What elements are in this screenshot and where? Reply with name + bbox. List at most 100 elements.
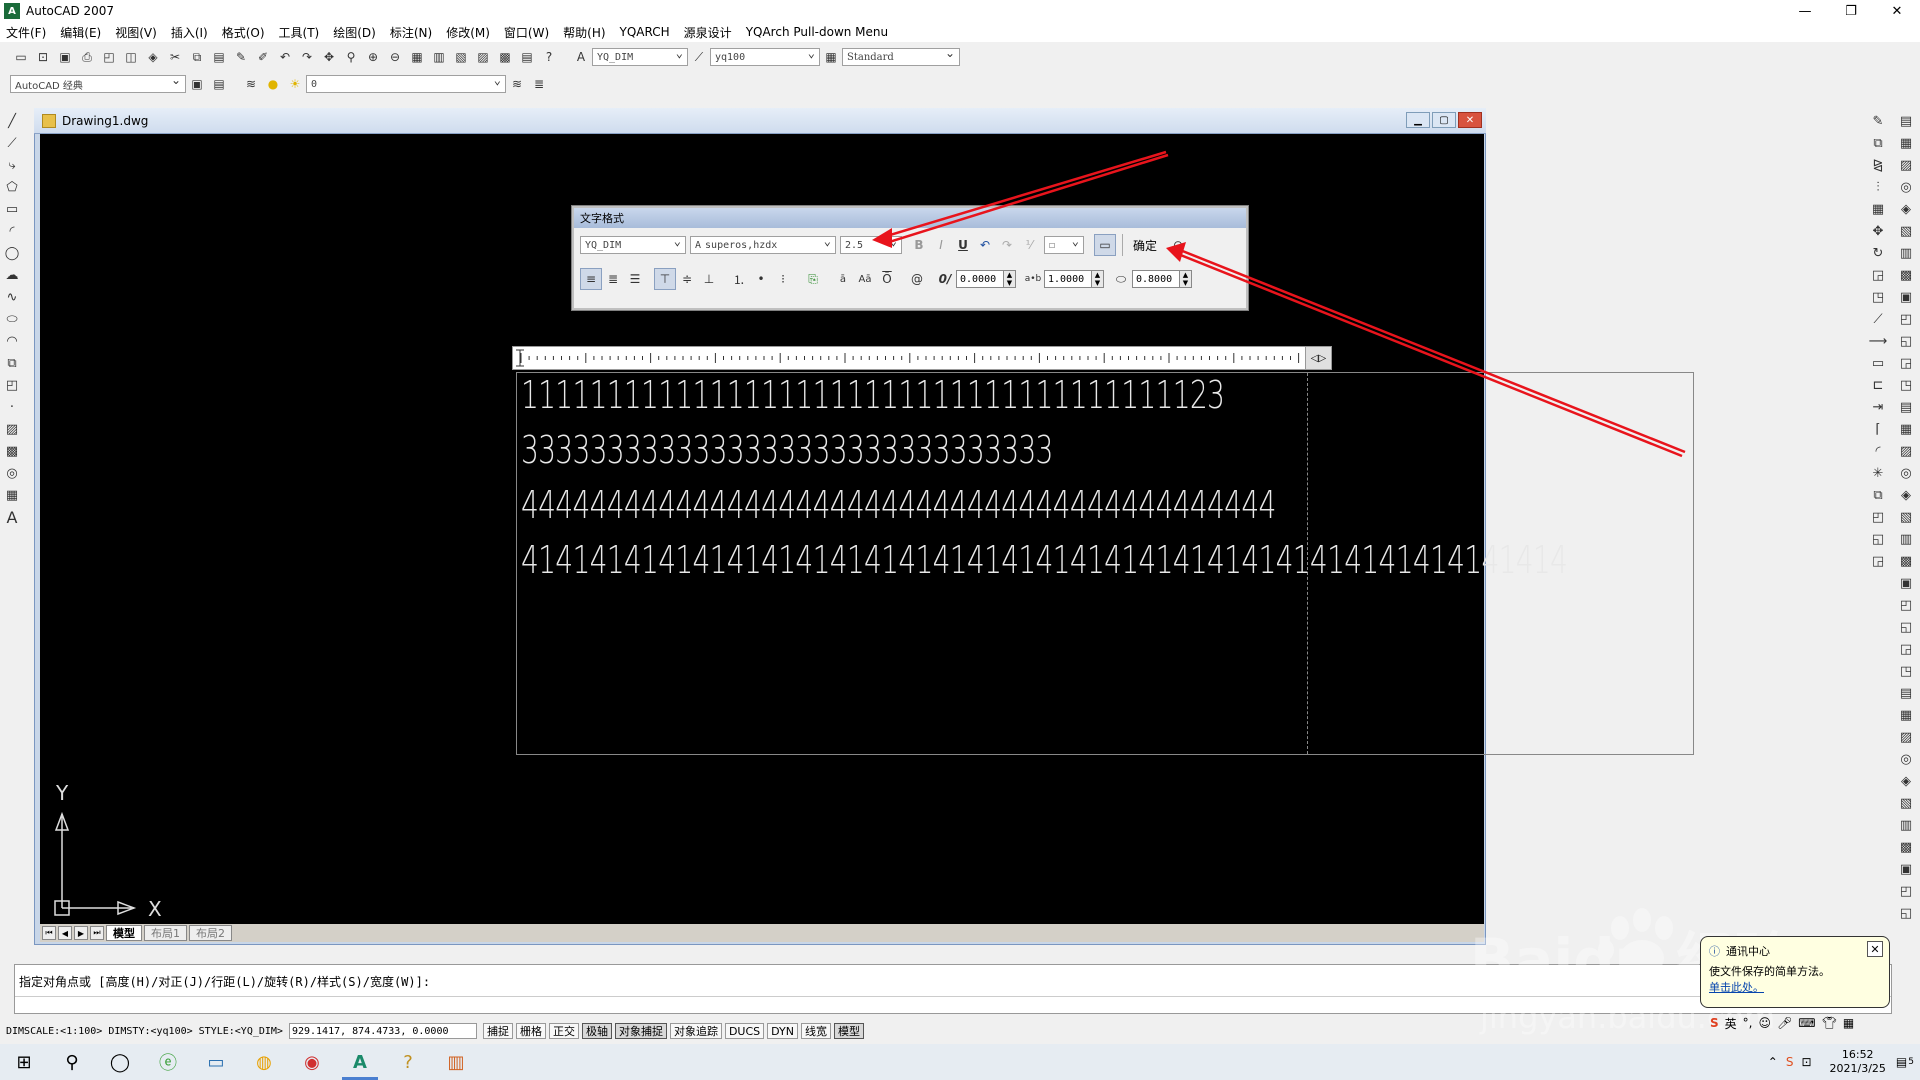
redo-icon[interactable]: ↷ — [296, 47, 318, 67]
tab-model[interactable]: 模型 — [106, 925, 142, 941]
yq-tool-13-icon[interactable]: ◳ — [1896, 374, 1916, 396]
hatch-icon[interactable]: ▨ — [2, 418, 22, 440]
publish-icon[interactable]: ◫ — [120, 47, 142, 67]
menu-format[interactable]: 格式(O) — [222, 24, 265, 41]
balloon-close-button[interactable]: ✕ — [1867, 941, 1883, 957]
valign-top-icon[interactable]: ⊤ — [654, 268, 676, 290]
yq-tool-20-icon[interactable]: ▥ — [1896, 528, 1916, 550]
layer-select[interactable]: 0 — [306, 73, 506, 93]
undo-icon[interactable]: ↶ — [274, 47, 296, 67]
polyline-icon[interactable]: ⤷ — [2, 154, 22, 176]
task-view-icon[interactable]: ◯ — [96, 1044, 144, 1080]
make-current-icon[interactable]: ≋ — [506, 74, 528, 94]
model-toggle[interactable]: 模型 — [833, 1023, 864, 1039]
underline-icon[interactable]: U — [952, 234, 974, 256]
search-icon[interactable]: ⚲ — [48, 1044, 96, 1080]
rotate-icon[interactable]: ↻ — [1868, 242, 1888, 264]
circle-icon[interactable]: ◯ — [2, 242, 22, 264]
sheet-set-icon[interactable]: ▨ — [472, 47, 494, 67]
table-icon[interactable]: ▦ — [2, 484, 22, 506]
oblique-angle-input[interactable]: 0.0000 — [956, 270, 1004, 288]
yq-tool-21-icon[interactable]: ▩ — [1896, 550, 1916, 572]
yq-tool-14-icon[interactable]: ▤ — [1896, 396, 1916, 418]
zoom-previous-icon[interactable]: ⊖ — [384, 47, 406, 67]
menu-yqarch-pulldown[interactable]: YQArch Pull-down Menu — [746, 25, 888, 39]
brush-icon[interactable]: ✐ — [252, 47, 274, 67]
ime-emoji-icon[interactable]: ☺ — [1759, 1016, 1772, 1030]
minimize-button[interactable]: — — [1782, 0, 1828, 22]
tray-expand-icon[interactable]: ⌃ — [1768, 1055, 1778, 1069]
osnap-toggle[interactable]: 对象捕捉 — [614, 1023, 667, 1039]
dim-style-icon[interactable]: ⟋ — [688, 47, 710, 67]
preview-icon[interactable]: ◰ — [98, 47, 120, 67]
yq-tool-5-icon[interactable]: ◈ — [1896, 198, 1916, 220]
menu-edit[interactable]: 编辑(E) — [60, 24, 101, 41]
tab-layout1[interactable]: 布局1 — [144, 925, 187, 941]
yq-tool-16-icon[interactable]: ▨ — [1896, 440, 1916, 462]
start-button-icon[interactable]: ⊞ — [0, 1044, 48, 1080]
menu-dimension[interactable]: 标注(N) — [390, 24, 432, 41]
ortho-toggle[interactable]: 正交 — [548, 1023, 579, 1039]
ruler-indent-marker[interactable] — [516, 349, 524, 367]
fillet-icon[interactable]: ◜ — [1868, 440, 1888, 462]
yq-tool-23-icon[interactable]: ◰ — [1896, 594, 1916, 616]
ime-lang[interactable]: 英 — [1725, 1015, 1737, 1032]
region-icon[interactable]: ◎ — [2, 462, 22, 484]
oblique-angle-spinner[interactable]: ▲ ▼ — [1004, 270, 1016, 288]
text-height-select[interactable]: 2.5 — [840, 234, 902, 254]
new-icon[interactable]: ▭ — [10, 47, 32, 67]
layer-previous-icon[interactable]: ≣ — [528, 74, 550, 94]
table-style-icon[interactable]: ▦ — [820, 47, 842, 67]
yq-tool-10-icon[interactable]: ◰ — [1896, 308, 1916, 330]
open-icon[interactable]: ⊡ — [32, 47, 54, 67]
front-text-icon[interactable]: ◲ — [1868, 550, 1888, 572]
ime-punct-icon[interactable]: °, — [1743, 1016, 1753, 1030]
last-tab-icon[interactable]: ⏭ — [90, 926, 104, 940]
autocad-taskbar-icon[interactable]: A — [336, 1044, 384, 1080]
chrome-icon[interactable]: ◉ — [288, 1044, 336, 1080]
send-back-icon[interactable]: ◱ — [1868, 528, 1888, 550]
menu-help[interactable]: 帮助(H) — [563, 24, 605, 41]
textstyle-select[interactable]: yq100 — [710, 46, 820, 66]
insert-block-icon[interactable]: ⧉ — [2, 352, 22, 374]
dimstyle-select[interactable]: YQ_DIM — [592, 46, 688, 66]
tracking-spinner[interactable]: ▲ ▼ — [1092, 270, 1104, 288]
yq-tool-8-icon[interactable]: ▩ — [1896, 264, 1916, 286]
undo-text-icon[interactable]: ↶ — [974, 234, 996, 256]
arc-icon[interactable]: ◜ — [2, 220, 22, 242]
yq-tool-9-icon[interactable]: ▣ — [1896, 286, 1916, 308]
erase-icon[interactable]: ✎ — [1868, 110, 1888, 132]
offset-icon[interactable]: ⫶ — [1868, 176, 1888, 198]
ducs-toggle[interactable]: DUCS — [724, 1023, 765, 1039]
yq-tool-37-icon[interactable]: ◱ — [1896, 902, 1916, 924]
next-tab-icon[interactable]: ▶ — [74, 926, 88, 940]
zoom-realtime-icon[interactable]: ⚲ — [340, 47, 362, 67]
tab-layout2[interactable]: 布局2 — [189, 925, 232, 941]
lowercase-icon[interactable]: Aā — [854, 268, 876, 290]
yq-tool-12-icon[interactable]: ◲ — [1896, 352, 1916, 374]
ime-tools-icon[interactable]: ▦ — [1843, 1016, 1854, 1030]
ime-icon[interactable]: S — [1786, 1055, 1794, 1069]
tool-palette-icon[interactable]: ▧ — [450, 47, 472, 67]
numbering-icon[interactable]: ⒈ — [728, 268, 750, 290]
computer-icon[interactable]: ▭ — [192, 1044, 240, 1080]
break-icon[interactable]: ⊏ — [1868, 374, 1888, 396]
make-block-icon[interactable]: ◰ — [2, 374, 22, 396]
menu-modify[interactable]: 修改(M) — [446, 24, 490, 41]
ok-button[interactable]: 确定 — [1122, 234, 1167, 256]
pan-icon[interactable]: ✥ — [318, 47, 340, 67]
yq-tool-31-icon[interactable]: ◈ — [1896, 770, 1916, 792]
copy-object-icon[interactable]: ⧉ — [1868, 132, 1888, 154]
mtext-editor[interactable]: 1111111111111111111111111111111111111112… — [516, 372, 1694, 755]
array-icon[interactable]: ▦ — [1868, 198, 1888, 220]
color-select[interactable]: ☐ — [1044, 234, 1084, 254]
text-style-select[interactable]: YQ_DIM — [580, 234, 686, 254]
symbol-icon[interactable]: @ — [906, 268, 928, 290]
menu-view[interactable]: 视图(V) — [115, 24, 157, 41]
stretch-icon[interactable]: ◳ — [1868, 286, 1888, 308]
ime-keyboard-icon[interactable]: ⌨ — [1798, 1016, 1815, 1030]
ruler-toggle-icon[interactable]: ▭ — [1094, 234, 1116, 256]
yq-tool-19-icon[interactable]: ▧ — [1896, 506, 1916, 528]
notification-icon[interactable]: ▤ — [1896, 1055, 1907, 1069]
yq-tool-27-icon[interactable]: ▤ — [1896, 682, 1916, 704]
